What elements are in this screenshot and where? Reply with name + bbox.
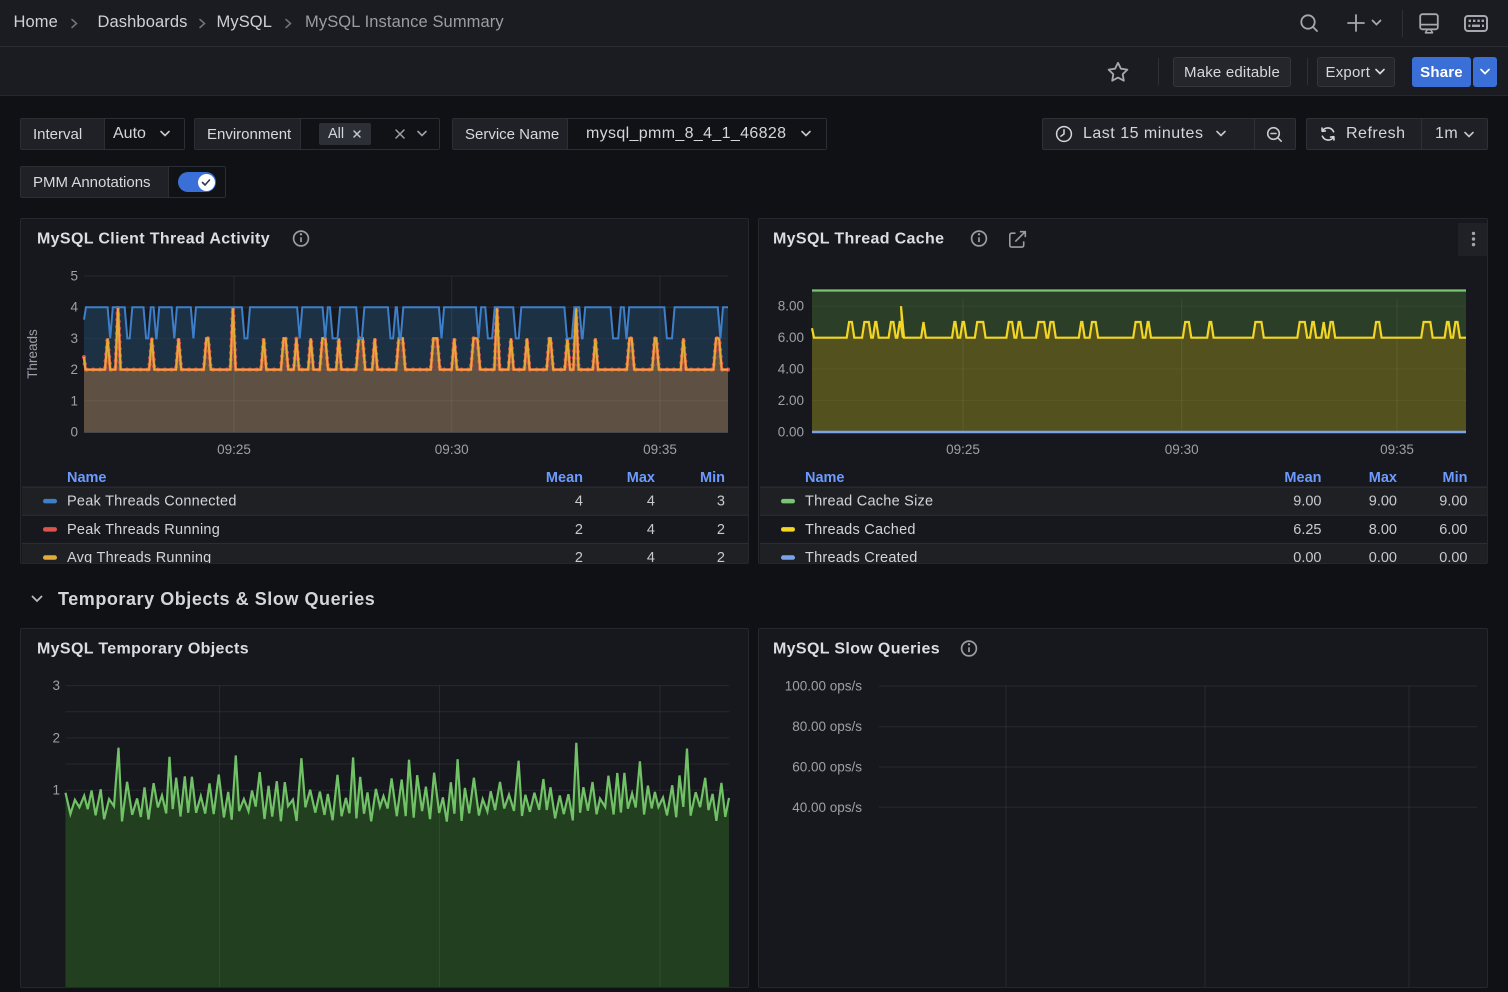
svg-text:Name: Name (805, 470, 845, 486)
svg-text:0: 0 (70, 425, 78, 440)
svg-text:0.00: 0.00 (778, 425, 804, 440)
svg-text:3: 3 (70, 331, 78, 346)
svg-text:Threads Created: Threads Created (805, 550, 918, 563)
svg-text:1: 1 (70, 393, 78, 408)
svg-text:0.00: 0.00 (1439, 550, 1467, 563)
svg-text:Min: Min (700, 470, 725, 486)
svg-text:09:25: 09:25 (217, 442, 251, 457)
svg-text:Avg Threads Running: Avg Threads Running (67, 550, 211, 563)
svg-text:2: 2 (717, 522, 725, 538)
svg-text:Name: Name (67, 470, 107, 486)
svg-text:9.00: 9.00 (1439, 494, 1467, 510)
svg-text:40.00 ops/s: 40.00 ops/s (792, 800, 862, 815)
svg-text:2.00: 2.00 (778, 393, 804, 408)
svg-text:8.00: 8.00 (778, 299, 804, 314)
svg-text:09:25: 09:25 (946, 442, 980, 457)
svg-text:4: 4 (647, 522, 655, 538)
svg-text:80.00 ops/s: 80.00 ops/s (792, 719, 862, 734)
svg-text:2: 2 (717, 550, 725, 563)
svg-text:3: 3 (717, 494, 725, 510)
svg-text:2: 2 (575, 550, 583, 563)
svg-text:Threads: Threads (25, 329, 40, 379)
svg-text:Peak Threads Connected: Peak Threads Connected (67, 494, 237, 510)
svg-text:Mean: Mean (546, 470, 583, 486)
svg-text:4: 4 (647, 494, 655, 510)
svg-text:2: 2 (575, 522, 583, 538)
svg-text:MySQL Client Thread Activity: MySQL Client Thread Activity (37, 231, 270, 248)
svg-text:3: 3 (52, 678, 60, 693)
svg-text:1: 1 (52, 783, 60, 798)
svg-text:Max: Max (627, 470, 655, 486)
svg-text:2: 2 (70, 362, 78, 377)
svg-text:4: 4 (575, 494, 583, 510)
svg-text:09:35: 09:35 (1380, 442, 1414, 457)
svg-text:5: 5 (70, 269, 78, 284)
svg-text:MySQL Thread Cache: MySQL Thread Cache (773, 231, 944, 248)
svg-text:Peak Threads Running: Peak Threads Running (67, 522, 220, 538)
svg-text:09:35: 09:35 (643, 442, 677, 457)
svg-text:Threads Cached: Threads Cached (805, 522, 916, 538)
svg-text:Max: Max (1369, 470, 1397, 486)
svg-text:9.00: 9.00 (1293, 494, 1321, 510)
svg-text:MySQL Temporary Objects: MySQL Temporary Objects (37, 641, 249, 658)
svg-text:0.00: 0.00 (1369, 550, 1397, 563)
svg-text:Mean: Mean (1284, 470, 1321, 486)
svg-text:8.00: 8.00 (1369, 522, 1397, 538)
svg-text:0.00: 0.00 (1293, 550, 1321, 563)
svg-text:6.25: 6.25 (1293, 522, 1321, 538)
svg-text:6.00: 6.00 (778, 330, 804, 345)
svg-text:9.00: 9.00 (1369, 494, 1397, 510)
svg-text:MySQL Slow Queries: MySQL Slow Queries (773, 641, 940, 658)
svg-text:60.00 ops/s: 60.00 ops/s (792, 760, 862, 775)
svg-text:09:30: 09:30 (435, 442, 469, 457)
svg-text:4: 4 (70, 300, 78, 315)
svg-text:2: 2 (52, 730, 60, 745)
svg-text:100.00 ops/s: 100.00 ops/s (785, 679, 863, 694)
svg-text:4.00: 4.00 (778, 362, 804, 377)
svg-text:6.00: 6.00 (1439, 522, 1467, 538)
svg-text:Thread Cache Size: Thread Cache Size (805, 494, 933, 510)
svg-text:09:30: 09:30 (1165, 442, 1199, 457)
svg-text:Min: Min (1443, 470, 1468, 486)
svg-text:4: 4 (647, 550, 655, 563)
